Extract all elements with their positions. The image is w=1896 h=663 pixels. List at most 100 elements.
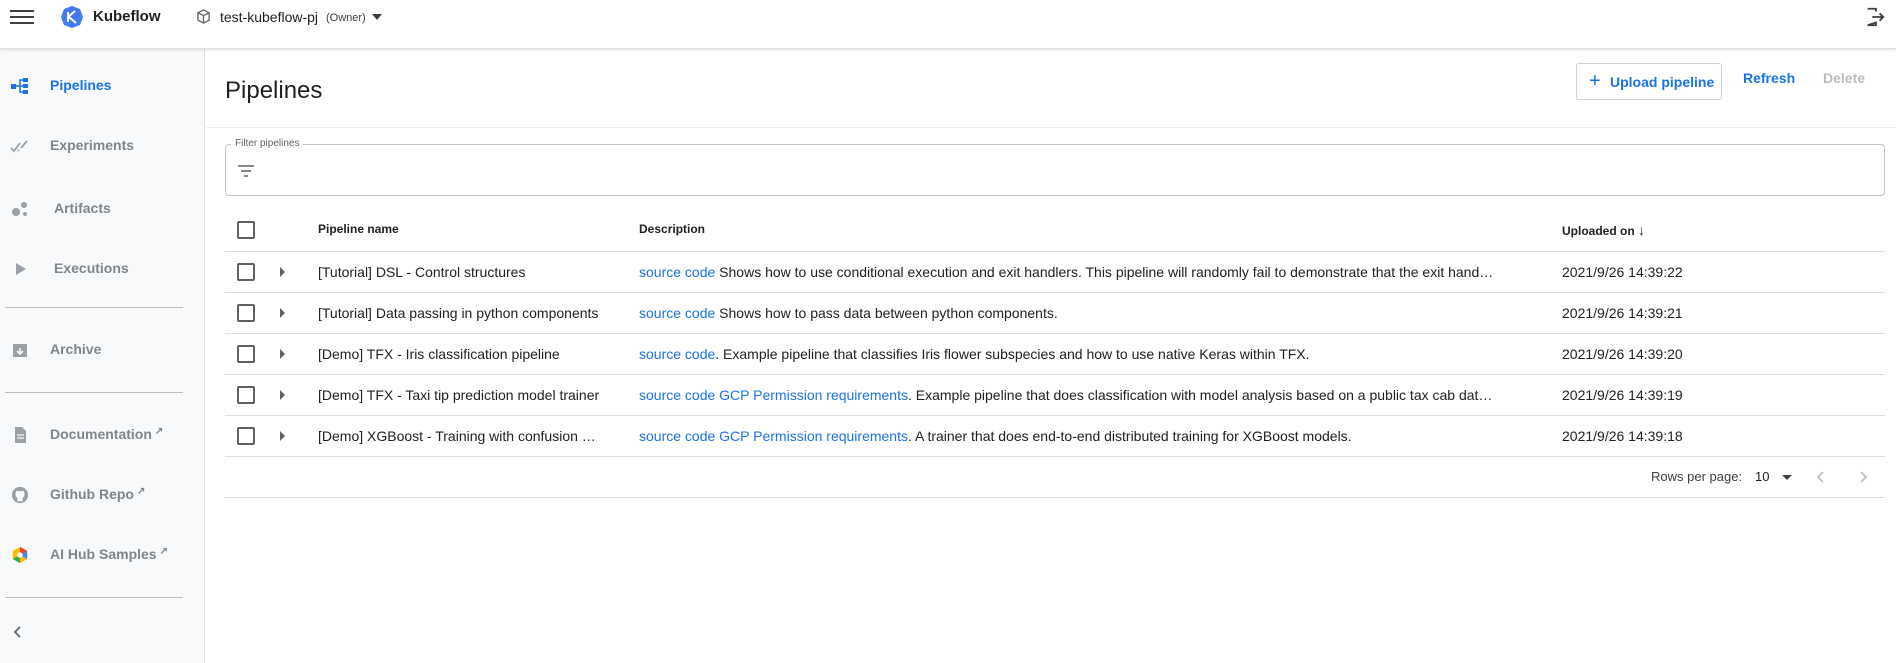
uploaded-on: 2021/9/26 14:39:20	[1562, 346, 1683, 362]
filter-input[interactable]	[268, 152, 1868, 188]
filter-label: Filter pipelines	[231, 138, 304, 149]
experiments-icon	[10, 140, 28, 153]
sidebar-item-label: Experiments	[50, 137, 135, 153]
pipeline-description: source code. Example pipeline that class…	[639, 346, 1541, 362]
namespace-selector[interactable]: test-kubeflow-pj	[220, 9, 318, 25]
upload-pipeline-button[interactable]: + Upload pipeline	[1576, 63, 1722, 100]
table-divider	[225, 456, 1885, 457]
refresh-button[interactable]: Refresh	[1743, 70, 1795, 86]
toolbar-divider	[206, 127, 1896, 128]
cube-icon	[197, 9, 210, 24]
previous-page-icon[interactable]	[1812, 468, 1830, 486]
sidebar-item-archive[interactable]: Archive	[0, 333, 205, 367]
rows-per-page-label: Rows per page:	[1651, 469, 1743, 484]
sort-arrow-down-icon: ↓	[1638, 222, 1646, 238]
row-checkbox[interactable]	[237, 427, 255, 445]
sidebar-item-github[interactable]: Github Repo ↗	[0, 478, 205, 512]
uploaded-on: 2021/9/26 14:39:21	[1562, 305, 1683, 321]
rows-per-page-dropdown-icon[interactable]	[1782, 475, 1792, 480]
archive-icon	[13, 344, 27, 357]
filter-icon	[238, 165, 254, 177]
row-checkbox[interactable]	[237, 386, 255, 404]
source-code-link[interactable]: source code	[639, 428, 715, 444]
row-checkbox[interactable]	[237, 345, 255, 363]
description-text: Shows how to pass data between python co…	[715, 305, 1058, 321]
brand-name[interactable]: Kubeflow	[93, 8, 161, 25]
table-footer-divider	[225, 497, 1885, 498]
table-divider	[225, 251, 1885, 252]
upload-pipeline-label: Upload pipeline	[1610, 73, 1715, 90]
source-code-link[interactable]: source code	[639, 346, 715, 362]
select-all-checkbox[interactable]	[237, 221, 255, 239]
source-code-link[interactable]: source code	[639, 305, 715, 321]
collapse-sidebar-icon[interactable]	[10, 624, 26, 640]
sidebar-divider	[5, 392, 183, 393]
pipelines-icon	[11, 78, 28, 94]
logout-icon[interactable]	[1864, 6, 1886, 28]
github-icon	[11, 486, 29, 504]
top-bar: Kubeflow test-kubeflow-pj (Owner)	[0, 0, 1896, 49]
sidebar-item-label: Pipelines	[50, 77, 112, 93]
header-uploaded-on[interactable]: Uploaded on ↓	[1562, 222, 1645, 238]
sidebar: Pipelines Experiments Artifacts Executio…	[0, 49, 205, 663]
table-divider	[225, 374, 1885, 375]
pipeline-name[interactable]: [Tutorial] DSL - Control structures	[318, 264, 623, 280]
artifacts-icon	[12, 202, 27, 216]
sidebar-item-artifacts[interactable]: Artifacts	[0, 192, 205, 226]
sidebar-item-pipelines[interactable]: Pipelines	[0, 69, 205, 103]
sidebar-item-label: Documentation ↗	[50, 426, 164, 442]
table-divider	[225, 415, 1885, 416]
next-page-icon[interactable]	[1854, 468, 1872, 486]
expand-icon[interactable]	[280, 267, 285, 277]
table-divider	[225, 292, 1885, 293]
pipeline-name[interactable]: [Demo] TFX - Taxi tip prediction model t…	[318, 387, 623, 403]
description-text: . Example pipeline that classifies Iris …	[715, 346, 1310, 362]
sidebar-item-experiments[interactable]: Experiments	[0, 129, 205, 163]
sidebar-item-label: Archive	[50, 341, 102, 357]
pipeline-name[interactable]: [Demo] TFX - Iris classification pipelin…	[318, 346, 623, 362]
rows-per-page-select[interactable]: 10	[1755, 469, 1769, 484]
pipeline-description: source code GCP Permission requirements.…	[639, 428, 1541, 444]
page-title: Pipelines	[225, 77, 323, 104]
uploaded-on: 2021/9/26 14:39:22	[1562, 264, 1683, 280]
sidebar-item-label: Artifacts	[54, 200, 111, 216]
sidebar-item-label: AI Hub Samples ↗	[50, 546, 168, 562]
sidebar-item-ai-hub[interactable]: AI Hub Samples ↗	[0, 538, 205, 572]
pipeline-name[interactable]: [Demo] XGBoost - Training with confusion…	[318, 428, 623, 444]
uploaded-on: 2021/9/26 14:39:18	[1562, 428, 1683, 444]
expand-icon[interactable]	[280, 431, 285, 441]
sidebar-divider	[5, 307, 183, 308]
source-code-link[interactable]: source code	[639, 264, 715, 280]
pipeline-description: source code Shows how to pass data betwe…	[639, 305, 1541, 321]
source-code-link[interactable]: source code	[639, 387, 715, 403]
expand-icon[interactable]	[280, 349, 285, 359]
sidebar-item-documentation[interactable]: Documentation ↗	[0, 418, 205, 452]
pipeline-description: source code GCP Permission requirements.…	[639, 387, 1541, 403]
table-divider	[225, 333, 1885, 334]
sidebar-item-label: Github Repo ↗	[50, 486, 146, 502]
header-pipeline-name[interactable]: Pipeline name	[318, 222, 399, 236]
menu-icon[interactable]	[10, 6, 34, 28]
kubeflow-logo	[61, 6, 83, 28]
pipeline-name[interactable]: [Tutorial] Data passing in python compon…	[318, 305, 623, 321]
play-icon	[16, 263, 26, 275]
ai-hub-icon	[12, 546, 28, 564]
expand-icon[interactable]	[280, 390, 285, 400]
external-link-icon: ↗	[159, 546, 168, 557]
expand-icon[interactable]	[280, 308, 285, 318]
sidebar-item-executions[interactable]: Executions	[0, 252, 205, 286]
namespace-dropdown-icon[interactable]	[372, 14, 382, 20]
pipeline-description: source code Shows how to use conditional…	[639, 264, 1541, 280]
external-link-icon: ↗	[137, 486, 146, 497]
sidebar-divider	[5, 597, 183, 598]
delete-button[interactable]: Delete	[1823, 70, 1865, 86]
plus-icon: +	[1589, 70, 1601, 92]
row-checkbox[interactable]	[237, 304, 255, 322]
namespace-role: (Owner)	[326, 12, 366, 24]
description-text: . A trainer that does end-to-end distrib…	[907, 428, 1352, 444]
gcp-permission-link[interactable]: GCP Permission requirements	[715, 428, 908, 444]
description-text: Shows how to use conditional execution a…	[715, 264, 1494, 280]
gcp-permission-link[interactable]: GCP Permission requirements	[715, 387, 908, 403]
row-checkbox[interactable]	[237, 263, 255, 281]
sidebar-item-label: Executions	[54, 260, 129, 276]
